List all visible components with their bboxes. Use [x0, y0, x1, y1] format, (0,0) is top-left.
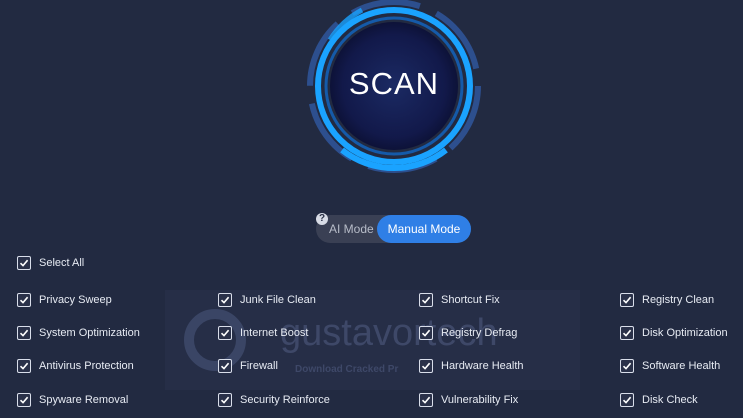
option-label: Junk File Clean	[240, 294, 316, 306]
ai-mode-tab[interactable]: AI Mode	[329, 215, 374, 243]
help-icon[interactable]: ?	[316, 213, 328, 225]
option-label: Vulnerability Fix	[441, 394, 519, 406]
checkbox-icon[interactable]	[218, 326, 232, 340]
scan-label[interactable]: SCAN	[302, 66, 486, 102]
option-label: Software Health	[642, 360, 721, 372]
checkbox-icon[interactable]	[17, 326, 31, 340]
option-checkbox[interactable]: Internet Boost	[218, 325, 309, 341]
option-checkbox[interactable]: Shortcut Fix	[419, 292, 500, 308]
option-checkbox[interactable]: Security Reinforce	[218, 392, 330, 408]
checkbox-icon[interactable]	[17, 293, 31, 307]
checkbox-icon[interactable]	[17, 393, 31, 407]
option-label: Spyware Removal	[39, 394, 129, 406]
option-checkbox[interactable]: Registry Defrag	[419, 325, 517, 341]
checkbox-icon[interactable]	[419, 293, 433, 307]
checkbox-icon[interactable]	[620, 359, 634, 373]
option-label: Disk Check	[642, 394, 698, 406]
checkbox-icon[interactable]	[620, 393, 634, 407]
checkbox-icon[interactable]	[620, 293, 634, 307]
option-label: Security Reinforce	[240, 394, 330, 406]
option-checkbox[interactable]: Vulnerability Fix	[419, 392, 518, 408]
checkbox-icon[interactable]	[620, 326, 634, 340]
manual-mode-tab[interactable]: Manual Mode	[377, 215, 471, 243]
option-checkbox[interactable]: System Optimization	[17, 325, 140, 341]
checkbox-icon[interactable]	[419, 359, 433, 373]
option-label: Firewall	[240, 360, 278, 372]
checkbox-icon[interactable]	[218, 293, 232, 307]
option-label: Antivirus Protection	[39, 360, 134, 372]
option-label: Shortcut Fix	[441, 294, 500, 306]
option-checkbox[interactable]: Antivirus Protection	[17, 358, 134, 374]
option-checkbox[interactable]: Spyware Removal	[17, 392, 128, 408]
watermark-subtitle: Download Cracked Pr	[295, 364, 398, 375]
option-label: Registry Defrag	[441, 327, 518, 339]
select-all-label: Select All	[39, 257, 85, 269]
option-label: System Optimization	[39, 327, 140, 339]
option-label: Registry Clean	[642, 294, 715, 306]
mode-toggle[interactable]: AI Mode Manual Mode	[316, 215, 471, 243]
option-checkbox[interactable]: Software Health	[620, 358, 720, 374]
option-checkbox[interactable]: Registry Clean	[620, 292, 714, 308]
select-all-checkbox[interactable]: Select All	[17, 255, 84, 271]
checkbox-icon[interactable]	[218, 359, 232, 373]
checkbox-icon[interactable]	[17, 359, 31, 373]
option-label: Disk Optimization	[642, 327, 728, 339]
option-checkbox[interactable]: Junk File Clean	[218, 292, 316, 308]
app-window: SCAN gustavortech Download Cracked Pr AI…	[0, 0, 743, 418]
scan-button[interactable]: SCAN	[302, 0, 486, 174]
option-checkbox[interactable]: Firewall	[218, 358, 278, 374]
option-label: Privacy Sweep	[39, 294, 112, 306]
option-checkbox[interactable]: Privacy Sweep	[17, 292, 112, 308]
option-checkbox[interactable]: Disk Check	[620, 392, 698, 408]
checkbox-icon[interactable]	[17, 256, 31, 270]
checkbox-icon[interactable]	[218, 393, 232, 407]
option-checkbox[interactable]: Disk Optimization	[620, 325, 728, 341]
checkbox-icon[interactable]	[419, 326, 433, 340]
option-label: Hardware Health	[441, 360, 524, 372]
option-label: Internet Boost	[240, 327, 309, 339]
checkbox-icon[interactable]	[419, 393, 433, 407]
option-checkbox[interactable]: Hardware Health	[419, 358, 524, 374]
